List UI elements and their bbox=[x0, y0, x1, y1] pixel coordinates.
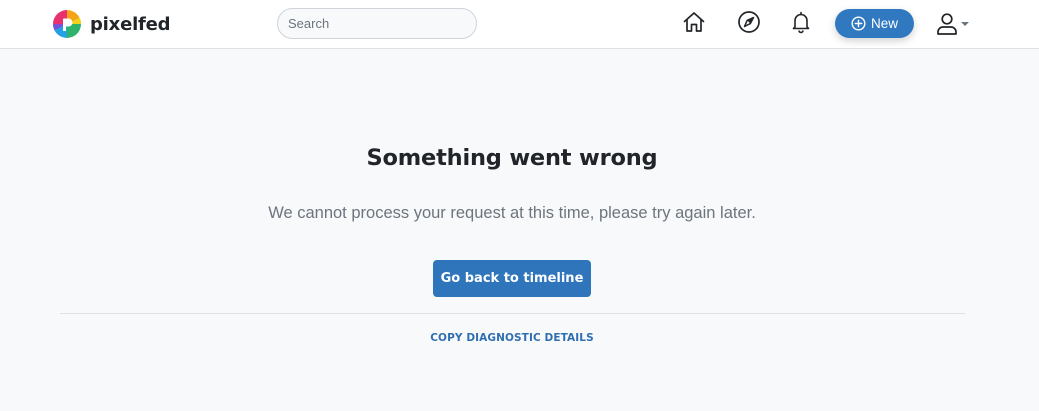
user-icon bbox=[937, 13, 957, 35]
new-post-button[interactable]: New bbox=[835, 9, 914, 38]
error-message: We cannot process your request at this t… bbox=[268, 204, 756, 222]
pixelfed-logo bbox=[53, 10, 81, 38]
bell-icon[interactable] bbox=[788, 9, 814, 35]
error-title: Something went wrong bbox=[366, 145, 658, 171]
search-input[interactable] bbox=[277, 8, 477, 39]
compass-icon[interactable] bbox=[736, 9, 762, 35]
chevron-down-icon bbox=[961, 22, 969, 26]
divider bbox=[60, 313, 965, 314]
brand-name: pixelfed bbox=[90, 13, 171, 35]
plus-circle-icon bbox=[851, 16, 866, 31]
copy-diagnostic-link[interactable]: COPY DIAGNOSTIC DETAILS bbox=[0, 332, 1024, 344]
home-icon[interactable] bbox=[681, 9, 707, 35]
navbar: pixelfed New bbox=[0, 0, 1039, 49]
back-to-timeline-button[interactable]: Go back to timeline bbox=[433, 260, 591, 297]
user-menu-toggle[interactable] bbox=[936, 11, 974, 37]
brand-link[interactable]: pixelfed bbox=[53, 9, 171, 39]
new-button-label: New bbox=[870, 16, 898, 31]
